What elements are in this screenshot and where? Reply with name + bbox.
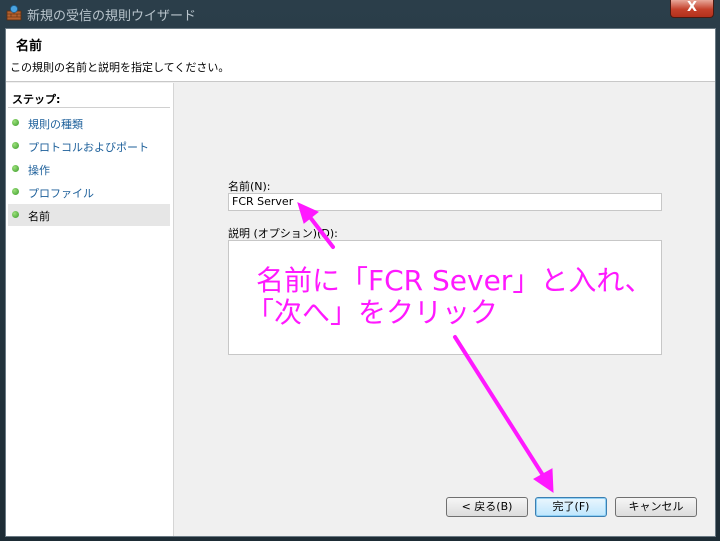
wizard-window: 新規の受信の規則ウイザード X 名前 この規則の名前と説明を指定してください。 … [0, 0, 720, 541]
name-field-label: 名前(N): [228, 180, 271, 193]
close-button[interactable]: X [670, 0, 714, 18]
sidebar-item-label: プロファイル [28, 187, 94, 200]
steps-divider [8, 107, 170, 108]
sidebar-item-protocol-ports[interactable]: プロトコルおよびポート [8, 135, 170, 157]
sidebar-item-profile[interactable]: プロファイル [8, 181, 170, 203]
back-button[interactable]: < 戻る(B) [446, 497, 528, 517]
sidebar-item-label: 規則の種類 [28, 118, 83, 131]
green-dot-icon [12, 119, 19, 126]
title-bar[interactable]: 新規の受信の規則ウイザード X [0, 0, 720, 28]
green-dot-icon [12, 165, 19, 172]
green-dot-icon [12, 142, 19, 149]
name-input[interactable]: FCR Server [228, 193, 662, 211]
sidebar-item-action[interactable]: 操作 [8, 158, 170, 180]
sidebar-item-label: 操作 [28, 164, 50, 177]
wizard-header: 名前 この規則の名前と説明を指定してください。 [6, 29, 715, 82]
sidebar-item-name[interactable]: 名前 [8, 204, 170, 226]
annotation-line-1: 名前に「FCR Sever」と入れ、 [256, 264, 653, 297]
page-description: この規則の名前と説明を指定してください。 [10, 61, 230, 74]
finish-button[interactable]: 完了(F) [535, 497, 607, 517]
sidebar-item-rule-type[interactable]: 規則の種類 [8, 112, 170, 134]
cancel-button[interactable]: キャンセル [615, 497, 697, 517]
steps-heading: ステップ: [12, 93, 61, 106]
green-dot-icon [12, 188, 19, 195]
firewall-icon [6, 5, 22, 21]
steps-sidebar: ステップ: 規則の種類 プロトコルおよびポート 操作 プロファイル 名前 [6, 83, 174, 536]
green-dot-icon [12, 211, 19, 218]
sidebar-item-label: プロトコルおよびポート [28, 141, 149, 154]
description-field-label: 説明 (オプション)(D): [228, 227, 338, 240]
annotation-line-2: 「次へ」をクリック [246, 296, 499, 329]
window-title: 新規の受信の規則ウイザード [27, 9, 197, 24]
sidebar-item-label: 名前 [28, 210, 50, 223]
page-title: 名前 [16, 39, 43, 54]
